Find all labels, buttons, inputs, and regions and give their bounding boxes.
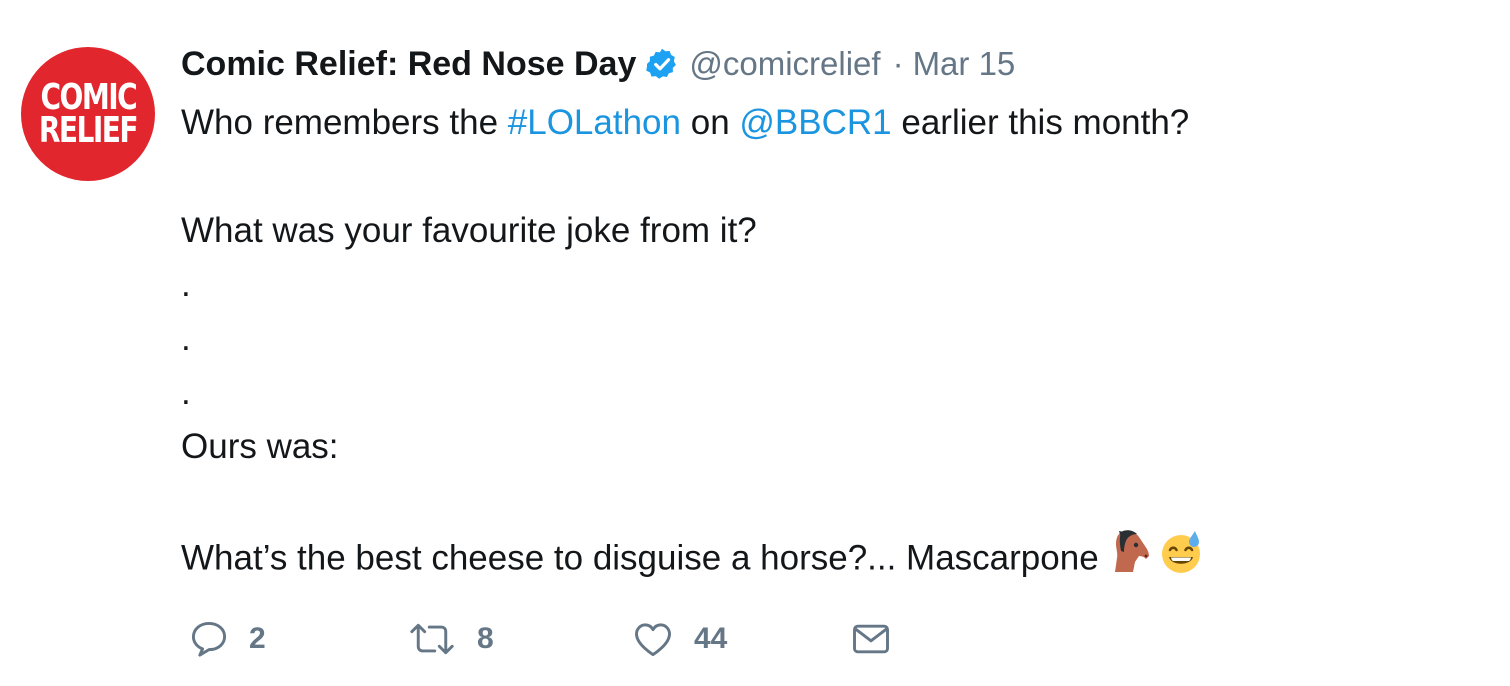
text-segment: What’s the best cheese to disguise a hor… (181, 538, 1099, 578)
header-separator: · (892, 45, 904, 82)
avatar-text-line-2: RELIEF (38, 110, 139, 151)
reply-button[interactable]: 2 (187, 612, 266, 666)
verified-badge-icon (645, 47, 679, 81)
tweet-text-line-3: Ours was: (181, 427, 339, 466)
heart-icon (635, 623, 671, 657)
mention-link[interactable]: @BBCR1 (739, 103, 891, 142)
tweet-text-line-2: What was your favourite joke from it? (181, 211, 757, 250)
horse-face-icon (1107, 528, 1155, 592)
text-segment: earlier this month? (891, 103, 1190, 142)
like-button[interactable]: 44 (630, 612, 727, 666)
retweet-button[interactable]: 8 (405, 612, 494, 666)
text-segment: on (681, 103, 740, 142)
tweet-date-link[interactable]: Mar 15 (913, 45, 1016, 83)
envelope-icon (853, 624, 889, 654)
tweet-header: Comic Relief: Red Nose Day @comicrelief … (181, 40, 1015, 88)
handle-link[interactable]: @comicrelief (689, 45, 880, 83)
tweet-text-dot-3: . (181, 373, 191, 412)
reply-icon (191, 621, 227, 657)
tweet-text-dot-2: . (181, 319, 191, 358)
hashtag-link[interactable]: #LOLathon (508, 103, 681, 142)
direct-message-button[interactable] (848, 612, 894, 666)
display-name[interactable]: Comic Relief: Red Nose Day (181, 45, 636, 84)
tweet-text-line-1: Who remembers the #LOLathon on @BBCR1 ea… (181, 96, 1189, 150)
tweet: COMIC RELIEF Comic Relief: Red Nose Day … (0, 0, 1510, 686)
tweet-text-dot-1: . (181, 265, 191, 304)
reply-count: 2 (249, 622, 266, 655)
text-segment: Who remembers the (181, 103, 508, 142)
like-count: 44 (694, 622, 728, 655)
retweet-icon (410, 623, 454, 655)
tweet-text-line-4: What’s the best cheese to disguise a hor… (181, 528, 1205, 582)
retweet-count: 8 (477, 622, 494, 655)
avatar[interactable]: COMIC RELIEF (21, 47, 155, 181)
grinning-sweat-icon (1157, 528, 1205, 592)
